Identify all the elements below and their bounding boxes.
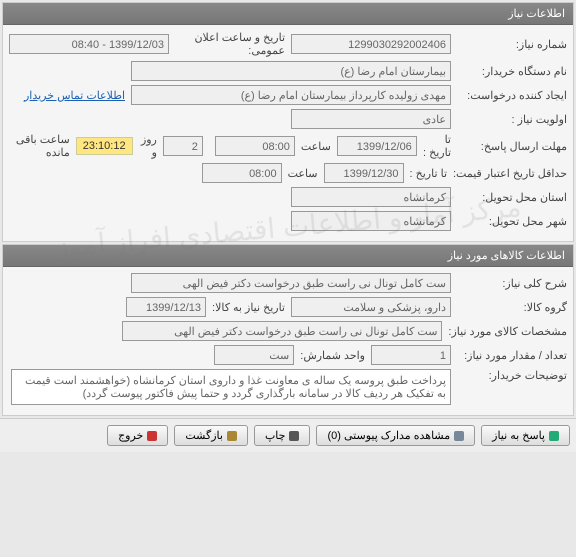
timer-field: 23:10:12 — [76, 137, 133, 155]
validity-date-field: 1399/12/30 — [324, 163, 404, 183]
public-date-label: تاریخ و ساعت اعلان عمومی: — [175, 31, 285, 57]
goods-info-header: اطلاعات کالاهای مورد نیاز — [3, 245, 573, 267]
priority-field: عادی — [291, 109, 451, 129]
reply-button[interactable]: پاسخ به نیاز — [481, 425, 570, 446]
reply-deadline-label: مهلت ارسال پاسخ: — [457, 140, 567, 153]
need-no-field: 1299030292002406 — [291, 34, 451, 54]
province-field: کرمانشاه — [291, 187, 451, 207]
unit-label: واحد شمارش: — [300, 349, 365, 362]
days-field: 2 — [163, 136, 203, 156]
print-icon — [289, 431, 299, 441]
back-button[interactable]: بازگشت — [174, 425, 248, 446]
province-label: استان محل تحویل: — [457, 191, 567, 204]
device-label: نام دستگاه خریدار: — [457, 65, 567, 78]
attach-icon — [454, 431, 464, 441]
validity-time-field: 08:00 — [202, 163, 282, 183]
priority-label: اولویت نیاز : — [457, 113, 567, 126]
reply-icon — [549, 431, 559, 441]
to-date-label-2: تا تاریخ : — [410, 167, 447, 180]
spec-label: مشخصات کالای مورد نیاز: — [448, 325, 567, 338]
exit-button[interactable]: خروج — [107, 425, 168, 446]
reply-time-field: 08:00 — [215, 136, 295, 156]
deliver-to-label: تاریخ نیاز به کالا: — [212, 301, 285, 314]
deliver-to-field: 1399/12/13 — [126, 297, 206, 317]
print-button[interactable]: چاپ — [254, 425, 311, 446]
need-no-label: شماره نیاز: — [457, 38, 567, 51]
remain-label: ساعت باقی مانده — [9, 133, 70, 159]
goods-info-panel: اطلاعات کالاهای مورد نیاز شرح کلی نیاز: … — [2, 244, 574, 416]
notes-label: توضیحات خریدار: — [457, 369, 567, 382]
min-validity-label: حداقل تاریخ اعتبار قیمت: — [453, 167, 567, 180]
time-label-1: ساعت — [301, 140, 331, 153]
qty-label: تعداد / مقدار مورد نیاز: — [457, 349, 567, 362]
days-label: روز و — [139, 133, 157, 159]
public-date-field: 1399/12/03 - 08:40 — [9, 34, 169, 54]
need-info-panel: اطلاعات نیاز شماره نیاز: 129903029200240… — [2, 2, 574, 242]
button-bar: پاسخ به نیاز مشاهده مدارک پیوستی (0) چاپ… — [0, 418, 576, 452]
city-field: کرمانشاه — [291, 211, 451, 231]
back-button-label: بازگشت — [185, 429, 223, 442]
reply-button-label: پاسخ به نیاز — [492, 429, 545, 442]
spec-field: ست کامل تونال نی راست طبق درخواست دکتر ف… — [122, 321, 442, 341]
creator-label: ایجاد کننده درخواست: — [457, 89, 567, 102]
group-field: دارو، پزشکی و سلامت — [291, 297, 451, 317]
desc-label: شرح کلی نیاز: — [457, 277, 567, 290]
print-button-label: چاپ — [265, 429, 286, 442]
reply-date-field: 1399/12/06 — [337, 136, 417, 156]
notes-field: پرداخت طبق پروسه یک ساله ی معاونت غذا و … — [11, 369, 451, 405]
exit-button-label: خروج — [118, 429, 143, 442]
back-icon — [227, 431, 237, 441]
desc-field: ست کامل تونال نی راست طبق درخواست دکتر ف… — [131, 273, 451, 293]
city-label: شهر محل تحویل: — [457, 215, 567, 228]
group-label: گروه کالا: — [457, 301, 567, 314]
device-field: بیمارستان امام رضا (ع) — [131, 61, 451, 81]
qty-field: 1 — [371, 345, 451, 365]
time-label-2: ساعت — [288, 167, 318, 180]
exit-icon — [147, 431, 157, 441]
creator-field: مهدی زولیده کارپرداز بیمارستان امام رضا … — [131, 85, 451, 105]
attachments-button-label: مشاهده مدارک پیوستی (0) — [327, 429, 450, 442]
need-info-header: اطلاعات نیاز — [3, 3, 573, 25]
contact-link[interactable]: اطلاعات تماس خریدار — [24, 89, 125, 102]
attachments-button[interactable]: مشاهده مدارک پیوستی (0) — [316, 425, 475, 446]
to-date-label: تا تاریخ : — [423, 133, 451, 159]
unit-field: ست — [214, 345, 294, 365]
